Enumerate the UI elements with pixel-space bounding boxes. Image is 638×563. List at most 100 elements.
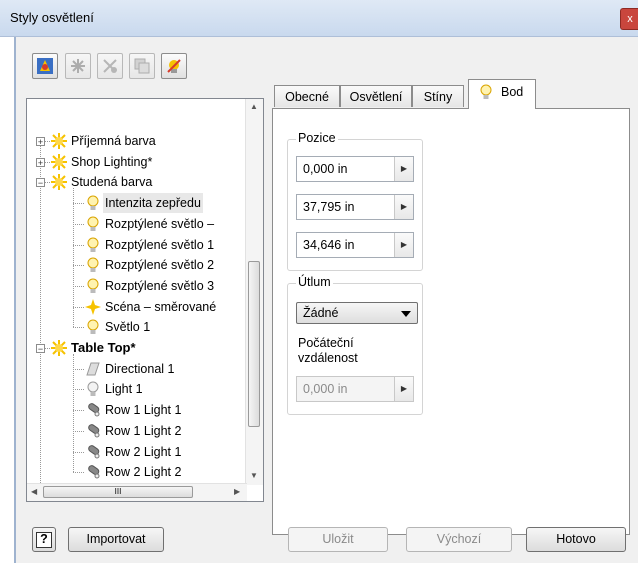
help-button[interactable]: ?: [32, 527, 56, 552]
attenuation-group-title: Útlum: [296, 275, 333, 289]
tab-shadows[interactable]: Stíny: [412, 85, 464, 107]
new-light-icon: [71, 59, 85, 73]
sun-icon: [51, 133, 67, 149]
purge-button[interactable]: [161, 53, 187, 79]
dialog-body: Příjemná barva + Shop Lighting* + Studená ba…: [14, 37, 638, 563]
bulb-icon: [85, 216, 101, 232]
position-x-input[interactable]: 0,000 in ▶: [296, 156, 414, 182]
start-distance-value: 0,000 in: [303, 382, 348, 396]
attenuation-group: Útlum Žádné Počáteční vzdálenost 0,000 i…: [287, 275, 423, 415]
tree-item-label: Intenzita zepředu: [103, 193, 203, 214]
tree-connector: [73, 306, 84, 308]
position-z-value: 34,646 in: [303, 238, 355, 252]
spotlight-icon: [85, 464, 101, 480]
tree-connector: [73, 327, 84, 329]
spin-arrow-icon[interactable]: ▶: [394, 157, 413, 181]
tree-item-label: Light 1: [105, 382, 143, 397]
window-title: Styly osvětlení: [10, 10, 94, 25]
purge-icon: [167, 59, 181, 73]
tab-lighting[interactable]: Osvětlení: [340, 85, 412, 107]
chevron-down-icon: [401, 311, 411, 317]
tree-item-label: Rozptýlené světlo –: [105, 216, 215, 231]
tree-guide-line: [73, 188, 74, 328]
burst-light-icon: [85, 298, 101, 315]
lighting-style-icon: [37, 58, 53, 74]
tree-guide-line: [40, 137, 41, 489]
import-button[interactable]: Importovat: [68, 527, 164, 552]
start-distance-label: Počáteční vzdálenost: [298, 336, 358, 366]
tree-connector: [73, 389, 84, 391]
save-button[interactable]: Uložit: [288, 527, 388, 552]
start-distance-label-line2: vzdálenost: [298, 351, 358, 365]
done-button[interactable]: Hotovo: [526, 527, 626, 552]
tree-item-label: Rozptýlené světlo 1: [105, 237, 215, 252]
bulb-icon: [85, 319, 101, 335]
spotlight-icon: [85, 402, 101, 418]
expand-icon[interactable]: +: [36, 157, 45, 167]
attenuation-select[interactable]: Žádné: [296, 302, 418, 324]
spin-arrow-icon[interactable]: ▶: [394, 233, 413, 257]
sun-icon: [51, 153, 67, 170]
tree-horizontal-scrollbar[interactable]: ◀ III ▶: [27, 483, 247, 501]
light-settings-icon: [103, 59, 117, 73]
spotlight-icon: [85, 444, 101, 460]
tree-connector: [73, 244, 84, 246]
start-distance-input[interactable]: 0,000 in ▶: [296, 376, 414, 402]
tree-vertical-scrollbar[interactable]: ▲ ▼: [245, 99, 263, 485]
tree-connector: [73, 285, 84, 287]
tree-connector: [73, 451, 84, 453]
tree-guide-line: [73, 354, 74, 473]
tree-item-label: Scéna – směrované: [105, 299, 217, 314]
scroll-left-icon[interactable]: ◀: [31, 487, 37, 496]
tree-item-label: Studená barva: [71, 175, 153, 190]
tree-item-label: Table Top*: [71, 340, 136, 355]
style-tree[interactable]: Příjemná barva + Shop Lighting* + Studená ba…: [26, 98, 264, 502]
position-z-input[interactable]: 34,646 in ▶: [296, 232, 414, 258]
default-button[interactable]: Výchozí: [406, 527, 512, 552]
tree-item-label: Příjemná barva: [71, 134, 156, 148]
sun-icon: [51, 174, 67, 191]
expand-icon[interactable]: +: [36, 137, 45, 147]
bulb-icon: [85, 195, 101, 211]
tree-vscroll-thumb[interactable]: [248, 261, 260, 427]
tab-point-label: Bod: [501, 85, 524, 99]
directional-light-icon: [85, 361, 101, 377]
tree-connector: [73, 410, 84, 412]
position-group: Pozice 0,000 in ▶ 37,795 in ▶ 34,646 in …: [287, 131, 423, 271]
light-settings-button[interactable]: [97, 53, 123, 79]
bulb-icon: [85, 278, 101, 294]
tree-hscroll-thumb[interactable]: III: [43, 486, 193, 498]
tree-connector: [73, 265, 84, 267]
tree-item-label: Row 2 Light 1: [105, 444, 182, 459]
scroll-up-icon[interactable]: ▲: [250, 102, 258, 111]
bulb-icon: [480, 84, 492, 99]
attenuation-value: Žádné: [303, 306, 339, 320]
scroll-down-icon[interactable]: ▼: [250, 471, 258, 480]
collapse-icon[interactable]: −: [36, 344, 45, 354]
copy-style-button[interactable]: [129, 53, 155, 79]
copy-icon: [134, 58, 150, 74]
close-button[interactable]: x: [620, 8, 638, 30]
position-x-value: 0,000 in: [303, 162, 348, 176]
start-distance-label-line1: Počáteční: [298, 336, 354, 350]
help-icon: ?: [36, 532, 52, 548]
bulb-icon: [85, 237, 101, 253]
tree-connector: [73, 472, 84, 474]
tree-item-label: Shop Lighting*: [71, 154, 153, 169]
tree-connector: [73, 368, 84, 370]
new-light-button[interactable]: [65, 53, 91, 79]
tree-item-label: Row 1 Light 2: [105, 423, 182, 438]
scroll-right-icon[interactable]: ▶: [234, 487, 240, 496]
tree-connector: [73, 430, 84, 432]
lighting-style-button[interactable]: [32, 53, 58, 79]
tree-item-label: Directional 1: [105, 361, 175, 376]
tree-item-label: Row 2 Light 2: [105, 465, 182, 480]
point-tab-panel: Pozice 0,000 in ▶ 37,795 in ▶ 34,646 in …: [272, 108, 630, 535]
spin-arrow-icon[interactable]: ▶: [394, 377, 413, 401]
tab-general[interactable]: Obecné: [274, 85, 340, 107]
position-y-input[interactable]: 37,795 in ▶: [296, 194, 414, 220]
spin-arrow-icon[interactable]: ▶: [394, 195, 413, 219]
collapse-icon[interactable]: −: [36, 178, 45, 188]
tab-point[interactable]: Bod: [468, 79, 536, 109]
tree-connector: [73, 223, 84, 225]
